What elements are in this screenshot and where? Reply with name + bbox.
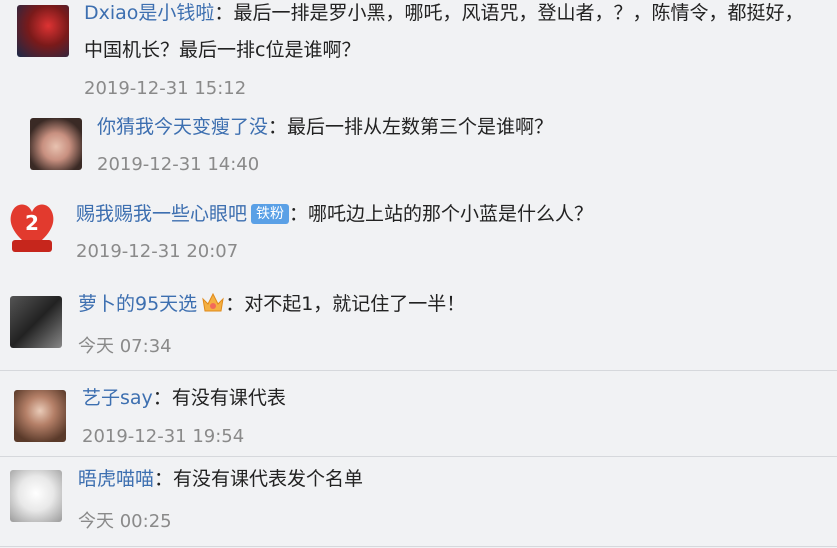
- avatar[interactable]: 2: [6, 196, 58, 256]
- comment-text: 哪吒边上站的那个小蓝是什么人？: [308, 203, 594, 225]
- username[interactable]: 赐我赐我一些心眼吧: [76, 203, 247, 225]
- avatar[interactable]: [10, 470, 62, 522]
- comment-text: 对不起1，就记住了一半！: [244, 293, 466, 315]
- colon: ：: [268, 116, 288, 138]
- timestamp: 2019-12-31 19:54: [82, 426, 245, 447]
- comment-text: 最后一排从左数第三个是谁啊？: [287, 116, 554, 138]
- crown-badge-icon: [201, 291, 225, 313]
- timestamp: 今天 00:25: [78, 511, 172, 532]
- avatar[interactable]: [30, 118, 82, 170]
- avatar-text: 2: [25, 211, 39, 235]
- username[interactable]: 萝卜的95天选: [78, 293, 197, 315]
- divider: [0, 370, 837, 371]
- heart-avatar-icon: 2: [10, 204, 54, 252]
- comment-text-continued: 中国机长？最后一排c位是谁啊？: [84, 39, 361, 61]
- divider: [0, 456, 837, 457]
- fan-badge: 铁粉: [251, 204, 290, 224]
- colon: ：: [214, 2, 234, 24]
- divider: [0, 546, 837, 547]
- avatar[interactable]: [10, 296, 62, 348]
- comment-text: 最后一排是罗小黑，哪吒，风语咒，登山者，？，陈情令，都挺好，: [233, 2, 804, 24]
- avatar[interactable]: [17, 5, 69, 57]
- timestamp: 今天 07:34: [78, 336, 172, 357]
- username[interactable]: 晤虎喵喵: [78, 468, 154, 490]
- comment-text: 有没有课代表发个名单: [173, 468, 364, 490]
- avatar[interactable]: [14, 390, 66, 442]
- colon: ：: [154, 468, 174, 490]
- timestamp: 2019-12-31 20:07: [76, 241, 239, 262]
- colon: ：: [289, 203, 309, 225]
- timestamp: 2019-12-31 15:12: [84, 78, 247, 99]
- colon: ：: [152, 387, 172, 409]
- colon: ：: [225, 293, 245, 315]
- username[interactable]: 艺子say: [82, 387, 153, 409]
- username[interactable]: Dxiao是小钱啦: [84, 2, 214, 24]
- timestamp: 2019-12-31 14:40: [97, 154, 260, 175]
- comment-text: 有没有课代表: [171, 387, 286, 409]
- username[interactable]: 你猜我今天变瘦了没: [97, 116, 268, 138]
